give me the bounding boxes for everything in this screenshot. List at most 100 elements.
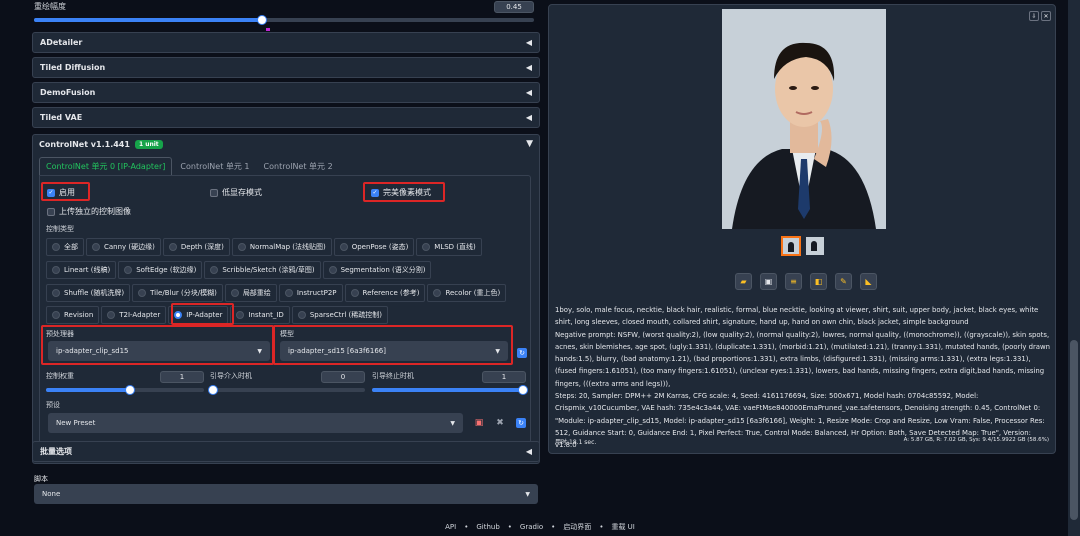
weight-thumb[interactable] (125, 385, 135, 395)
denoise-value[interactable]: 0.45 (494, 1, 534, 13)
script-label: 脚本 (34, 475, 48, 483)
accordion-adetailer[interactable]: ADetailer ◀ (32, 32, 540, 53)
controlnet-header[interactable]: ControlNet v1.1.441 1 unit (39, 140, 163, 149)
radio-icon (350, 289, 359, 297)
accordion-label: DemoFusion (40, 88, 96, 97)
close-icon[interactable]: ✕ (1041, 11, 1051, 21)
radio-icon (328, 266, 337, 274)
scrollbar-thumb[interactable] (1070, 340, 1078, 520)
highlight-box (41, 182, 90, 201)
type-option[interactable]: Segmentation (语义分割) (322, 261, 432, 279)
tab-unit-2[interactable]: ControlNet 单元 2 (258, 157, 339, 175)
highlight-box (363, 182, 445, 202)
type-option[interactable]: Recolor (重上色) (427, 284, 507, 302)
end-value[interactable]: 1 (482, 371, 526, 383)
lowvram-checkbox[interactable]: 低显存模式 (210, 187, 262, 198)
radio-icon (236, 311, 245, 319)
option-label: Recolor (重上色) (445, 289, 501, 297)
separator: • (599, 523, 604, 531)
save-icon[interactable]: ▣ (760, 273, 777, 290)
type-option[interactable]: Tile/Blur (分块/模糊) (132, 284, 223, 302)
expand-icon[interactable]: ▼ (526, 139, 533, 149)
footer-link-github[interactable]: Github (476, 523, 499, 531)
start-value[interactable]: 0 (321, 371, 365, 383)
checkbox-icon (210, 188, 218, 197)
output-panel: ⇩ ✕ ▰ ▣ ≡ ◧ ✎ ◣ 1boy, solo, male focus, … (548, 4, 1056, 454)
type-option[interactable]: OpenPose (姿态) (333, 238, 415, 256)
type-option[interactable]: Canny (硬边缘) (86, 238, 161, 256)
accordion-tiled-vae[interactable]: Tiled VAE ◀ (32, 107, 540, 128)
script-select[interactable]: None ▼ (34, 484, 538, 504)
option-label: Depth (深度) (180, 243, 224, 251)
type-option[interactable]: InstructP2P (278, 284, 343, 302)
footer-link-reload[interactable]: 重载 UI (611, 522, 634, 532)
radio-icon (230, 289, 239, 297)
footer-link-api[interactable]: API (445, 523, 456, 531)
scrollbar[interactable] (1068, 0, 1080, 536)
radio-icon (107, 311, 116, 319)
type-option[interactable]: 全部 (46, 238, 84, 256)
radio-icon (210, 266, 219, 274)
save-icon[interactable]: ▣ (474, 418, 484, 428)
upload-checkbox[interactable]: 上传独立的控制图像 (47, 206, 131, 217)
weight-label: 控制权重 (46, 372, 74, 380)
type-option[interactable]: Revision (46, 306, 100, 324)
denoise-thumb[interactable] (257, 15, 267, 25)
type-option[interactable]: Shuffle (随机洗牌) (46, 284, 131, 302)
zip-icon[interactable]: ≡ (785, 273, 802, 290)
type-option[interactable]: Lineart (线稿) (46, 261, 117, 279)
type-option[interactable]: Reference (参考) (344, 284, 426, 302)
control-type-row-1: 全部 Canny (硬边缘) Depth (深度) NormalMap (法线贴… (46, 238, 482, 256)
option-label: SoftEdge (软边缘) (136, 266, 197, 274)
refresh-icon[interactable]: ↻ (517, 348, 527, 358)
weight-slider[interactable] (46, 385, 204, 395)
radio-icon (237, 243, 246, 251)
option-label: Segmentation (语义分割) (340, 266, 426, 274)
result-image[interactable] (722, 9, 886, 229)
option-label: SparseCtrl (稀疏控制) (309, 311, 382, 319)
start-thumb[interactable] (208, 385, 218, 395)
tab-unit-1[interactable]: ControlNet 单元 1 (174, 157, 255, 175)
start-slider[interactable] (208, 385, 365, 395)
accordion-batch[interactable]: 批量选项 ◀ (32, 441, 540, 462)
accordion-tiled-diffusion[interactable]: Tiled Diffusion ◀ (32, 57, 540, 78)
checkbox-icon (47, 207, 55, 216)
open-folder-icon[interactable]: ▰ (735, 273, 752, 290)
type-option[interactable]: 局部重绘 (224, 284, 277, 302)
send-to-img2img-icon[interactable]: ◧ (810, 273, 827, 290)
denoise-slider[interactable] (34, 15, 534, 25)
type-option[interactable]: SoftEdge (软边缘) (118, 261, 203, 279)
end-thumb[interactable] (518, 385, 528, 395)
footer-link-startup[interactable]: 启动界面 (563, 522, 591, 532)
type-option[interactable]: SparseCtrl (稀疏控制) (291, 306, 388, 324)
preset-label: 预设 (46, 401, 60, 409)
main-page: 重绘幅度 0.45 ADetailer ◀ Tiled Diffusion ◀ De… (10, 0, 1063, 520)
send-to-extras-icon[interactable]: ◣ (860, 273, 877, 290)
weight-value[interactable]: 1 (160, 371, 204, 383)
type-option[interactable]: NormalMap (法线贴图) (231, 238, 332, 256)
thumbnail[interactable] (806, 237, 824, 255)
type-option[interactable]: MLSD (直线) (416, 238, 482, 256)
thumbnail-selected[interactable] (781, 236, 801, 256)
radio-icon (52, 266, 60, 274)
trash-icon[interactable]: ✖ (495, 418, 505, 428)
refresh-icon[interactable]: ↻ (516, 418, 526, 428)
type-option[interactable]: Scribble/Sketch (涂鸦/草图) (204, 261, 321, 279)
portrait-image (722, 9, 886, 229)
type-option[interactable]: T2I-Adapter (101, 306, 167, 324)
type-option[interactable]: Instant_ID (230, 306, 290, 324)
collapse-icon: ◀ (525, 63, 532, 72)
type-option[interactable]: Depth (深度) (162, 238, 230, 256)
accordion-demofusion[interactable]: DemoFusion ◀ (32, 82, 540, 103)
footer-link-gradio[interactable]: Gradio (520, 523, 543, 531)
end-slider[interactable] (372, 385, 528, 395)
generation-info: 1boy, solo, male focus, necktie, black h… (555, 304, 1053, 452)
preset-select[interactable]: New Preset ▼ (48, 413, 463, 433)
download-icon[interactable]: ⇩ (1029, 11, 1039, 21)
tab-unit-0[interactable]: ControlNet 单元 0 [IP-Adapter] (39, 157, 173, 175)
radio-icon (52, 243, 60, 251)
option-label: InstructP2P (296, 289, 337, 297)
option-label: Instant_ID (248, 311, 284, 319)
send-to-inpaint-icon[interactable]: ✎ (835, 273, 852, 290)
chevron-down-icon: ▼ (450, 419, 455, 427)
